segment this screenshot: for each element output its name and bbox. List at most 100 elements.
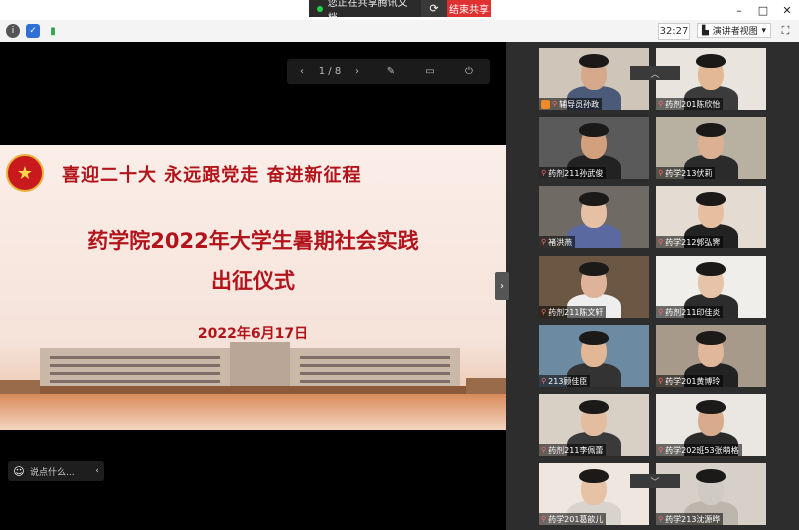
participant-hair: [696, 54, 726, 68]
mic-muted-icon: ⚲: [541, 308, 547, 316]
participant-name-label: ⚲ 213顾佳臣: [539, 375, 591, 387]
refresh-icon[interactable]: ⟳: [421, 0, 447, 17]
participant-name-label: ⚲ 药剂201陈欣怡: [656, 98, 724, 110]
comment-input[interactable]: ☺ 说点什么... ‹: [8, 461, 104, 481]
view-mode-label: 演讲者视图: [712, 27, 758, 37]
participant-name-label: ⚲ 药剂211李佩蕾: [539, 444, 607, 456]
participant-name-label: ⚲ 药学201葛歆儿: [539, 513, 607, 525]
participant-tile[interactable]: ⚲ 药学213伏莉: [656, 117, 766, 179]
mic-muted-icon: ⚲: [658, 308, 664, 316]
participant-name: 药学213伏莉: [665, 168, 713, 178]
window-controls: – □ ✕: [727, 0, 799, 20]
sharing-bar: 您正在共享腾讯文档 ⟳ 结束共享: [309, 0, 491, 24]
participant-tile[interactable]: ⚲ 褚洪燕: [539, 186, 649, 248]
scroll-down-button[interactable]: ﹀: [630, 474, 680, 488]
participant-hair: [579, 262, 609, 276]
participant-name: 药学213沈源晔: [665, 514, 721, 524]
mic-muted-icon: ⚲: [541, 238, 547, 246]
participant-hair: [579, 192, 609, 206]
participant-name: 药剂211陈文轩: [548, 307, 604, 317]
participant-tile[interactable]: ⚲ 药学201葛歆儿: [539, 463, 649, 525]
participant-name: 药学201黄博玲: [665, 376, 721, 386]
participant-hair: [696, 123, 726, 137]
mic-muted-icon: ⚲: [541, 515, 547, 523]
participant-hair: [579, 469, 609, 483]
mic-muted-icon: ⚲: [541, 377, 547, 385]
view-mode-dropdown[interactable]: ▙ 演讲者视图 ▾: [697, 23, 771, 38]
participant-name-label: ⚲ 辅导员孙政: [539, 98, 603, 110]
mic-muted-icon: ⚲: [658, 446, 664, 454]
participant-name: 药学201葛歆儿: [548, 514, 604, 524]
meeting-toolbar: i ✓ ▮ 32:27 ▙ 演讲者视图 ▾ ⛶: [0, 20, 799, 43]
campus-building-image: [0, 340, 506, 430]
participant-tile[interactable]: ⚲ 药学213沈源晔: [656, 463, 766, 525]
page-indicator: 1 / 8: [318, 66, 342, 77]
shield-icon[interactable]: ✓: [26, 24, 40, 38]
participant-tile[interactable]: ⚲ 药学212郭弘霁: [656, 186, 766, 248]
participant-name-label: ⚲ 药剂211孙武俊: [539, 167, 607, 179]
participant-name-label: ⚲ 药剂211印佳炎: [656, 306, 724, 318]
minimize-button[interactable]: –: [727, 0, 751, 20]
participant-hair: [696, 331, 726, 345]
mic-muted-icon: ⚲: [658, 238, 664, 246]
participant-tile[interactable]: ⚲ 药剂211陈文轩: [539, 256, 649, 318]
slide-title-line2: 出征仪式: [211, 269, 295, 293]
participant-hair: [579, 400, 609, 414]
mic-muted-icon: ⚲: [658, 377, 664, 385]
mic-muted-icon: ⚲: [552, 100, 558, 108]
presentation-slide: ★ 喜迎二十大 永远跟党走 奋进新征程 药学院2022年大学生暑期社会实践 出征…: [0, 145, 506, 430]
prev-page-button[interactable]: ‹: [287, 59, 317, 84]
host-icon: [541, 99, 550, 109]
slide-slogan: 喜迎二十大 永远跟党走 奋进新征程: [62, 165, 362, 186]
scroll-up-button[interactable]: ︿: [630, 66, 680, 80]
participant-tile[interactable]: ⚲ 药剂211李佩蕾: [539, 394, 649, 456]
participant-name: 药剂211李佩蕾: [548, 445, 604, 455]
participant-name-label: ⚲ 药学213伏莉: [656, 167, 716, 179]
signal-icon[interactable]: ▮: [46, 24, 60, 38]
maximize-button[interactable]: □: [751, 0, 775, 20]
mic-muted-icon: ⚲: [541, 169, 547, 177]
participant-name: 药剂211孙武俊: [548, 168, 604, 178]
slide-navigation: ‹ 1 / 8 › ✎ ▭ ⏻: [287, 59, 490, 84]
comment-placeholder: 说点什么...: [30, 467, 75, 478]
participant-tile[interactable]: ⚲ 药学201黄博玲: [656, 325, 766, 387]
next-page-button[interactable]: ›: [343, 59, 371, 84]
mic-muted-icon: ⚲: [541, 446, 547, 454]
participant-hair: [579, 123, 609, 137]
participant-tile[interactable]: ⚲ 药剂211印佳炎: [656, 256, 766, 318]
participant-name: 药学202班53张萌格: [665, 445, 739, 455]
mic-muted-icon: ⚲: [658, 169, 664, 177]
participant-name-label: ⚲ 药学212郭弘霁: [656, 236, 724, 248]
participant-hair: [579, 331, 609, 345]
meeting-timer: 32:27: [658, 23, 690, 40]
emoji-icon[interactable]: ☺: [8, 465, 30, 478]
participant-tile[interactable]: ⚲ 药学202班53张萌格: [656, 394, 766, 456]
slide-title-line1: 药学院2022年大学生暑期社会实践: [87, 229, 419, 253]
mic-muted-icon: ⚲: [658, 100, 664, 108]
participant-name: 辅导员孙政: [559, 99, 600, 109]
close-button[interactable]: ✕: [775, 0, 799, 20]
fullscreen-icon[interactable]: ⛶: [778, 23, 793, 38]
participant-name-label: ⚲ 药学201黄博玲: [656, 375, 724, 387]
exit-icon[interactable]: ⏻: [449, 59, 489, 84]
participant-hair: [696, 192, 726, 206]
participant-name-label: ⚲ 药学202班53张萌格: [656, 444, 742, 456]
shared-content-area: ‹ 1 / 8 › ✎ ▭ ⏻ ★ 喜迎二十大 永远跟党走 奋进新征程 药学院2…: [0, 42, 506, 530]
stop-share-button[interactable]: 结束共享: [447, 0, 491, 17]
participant-name: 213顾佳臣: [548, 376, 588, 386]
participant-name: 药剂211印佳炎: [665, 307, 721, 317]
participant-name-label: ⚲ 药剂211陈文轩: [539, 306, 607, 318]
participant-name-label: ⚲ 药学213沈源晔: [656, 513, 724, 525]
mic-muted-icon: ⚲: [658, 515, 664, 523]
participant-name: 褚洪燕: [548, 237, 573, 247]
chevron-down-icon: ▾: [761, 25, 766, 36]
youth-league-emblem-icon: ★: [6, 154, 44, 192]
info-icon[interactable]: i: [6, 24, 20, 38]
pen-icon[interactable]: ✎: [371, 59, 411, 84]
participant-tile[interactable]: ⚲ 药剂211孙武俊: [539, 117, 649, 179]
window-icon[interactable]: ▭: [411, 59, 449, 84]
collapse-panel-handle[interactable]: ›: [495, 272, 509, 300]
collapse-comment-icon[interactable]: ‹: [90, 466, 104, 476]
participant-tile[interactable]: ⚲ 213顾佳臣: [539, 325, 649, 387]
participant-hair: [696, 400, 726, 414]
